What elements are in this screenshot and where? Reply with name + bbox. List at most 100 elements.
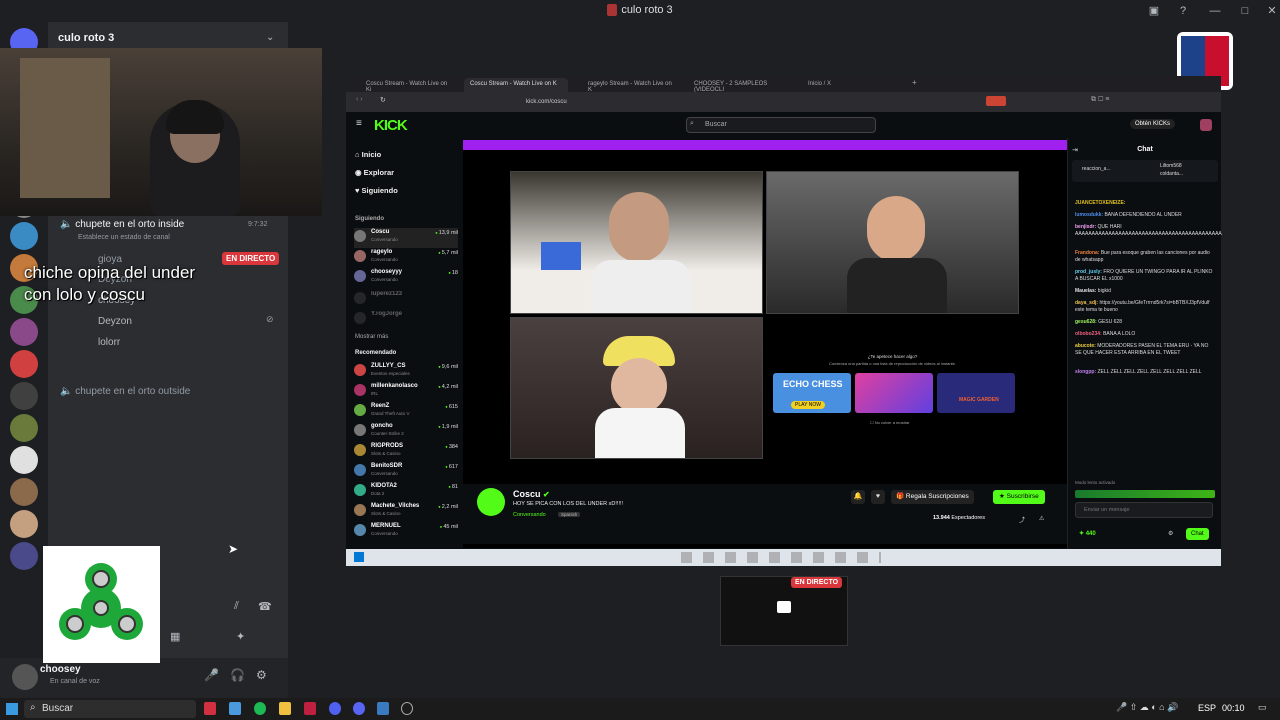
stream-category[interactable]: Conversando bbox=[513, 512, 546, 518]
server-icon[interactable] bbox=[10, 478, 38, 506]
gear-icon[interactable]: ⚙ bbox=[1168, 530, 1173, 537]
server-icon[interactable] bbox=[10, 318, 38, 346]
help-icon[interactable]: ? bbox=[1173, 3, 1193, 19]
recommended-channel[interactable]: millenkanolasco IRL 4,2 mil bbox=[354, 382, 458, 402]
server-icon[interactable] bbox=[10, 510, 38, 538]
play-now-button[interactable]: PLAY NOW bbox=[791, 401, 825, 409]
share-icon[interactable]: ⤴ bbox=[1019, 515, 1025, 524]
close-button[interactable]: ✕ bbox=[1262, 3, 1280, 19]
inbox-icon[interactable]: ▣ bbox=[1144, 3, 1164, 19]
language-tag[interactable]: Spanish bbox=[558, 512, 581, 517]
notification-bell-icon[interactable]: 🔔 bbox=[851, 490, 865, 504]
back-icon[interactable]: ‹ › bbox=[356, 96, 363, 103]
tetris-card[interactable] bbox=[855, 373, 933, 413]
recommended-channel[interactable]: KIDOTA2 Dota 2 81 bbox=[354, 482, 458, 502]
soundboard-icon[interactable]: ✦ bbox=[236, 630, 245, 643]
chat-message[interactable]: JUANCETOXENEIZE: bbox=[1075, 200, 1215, 207]
spotify-icon[interactable] bbox=[254, 702, 266, 715]
following-channel-offline[interactable]: Y.rogJorge bbox=[354, 310, 458, 330]
chat-username[interactable]: slongpp: bbox=[1075, 369, 1096, 375]
magic-garden-card[interactable]: MAGIC GARDEN bbox=[937, 373, 1015, 413]
browser-tab[interactable]: CHOOSEY - 2 SAMPLEOS (VIDEOCLI bbox=[688, 78, 792, 93]
chat-input[interactable]: Enviar un mensaje bbox=[1075, 502, 1213, 518]
streamer-avatar[interactable] bbox=[477, 488, 505, 516]
windows-start-icon[interactable] bbox=[6, 703, 18, 715]
chat-message[interactable]: Mauelas: bigkid bbox=[1075, 288, 1215, 295]
nav-home[interactable]: ⌂ Inicio bbox=[355, 150, 381, 159]
nav-explore[interactable]: ◉ Explorar bbox=[355, 168, 394, 177]
obs-icon[interactable] bbox=[329, 702, 341, 715]
app-icon[interactable] bbox=[401, 702, 413, 715]
server-icon[interactable] bbox=[10, 222, 38, 250]
disconnect-icon[interactable]: ☎ bbox=[258, 600, 272, 613]
recommended-channel[interactable]: goncho Counter-Strike 2 1,9 mil bbox=[354, 422, 458, 442]
browser-tab-active[interactable]: Coscu Stream - Watch Live on K bbox=[464, 78, 568, 92]
following-channel[interactable]: rageylo Conversando 5,7 mil bbox=[354, 248, 458, 268]
subscribe-button[interactable]: ★ Suscribirse bbox=[993, 490, 1045, 504]
server-name[interactable]: culo roto 3 bbox=[58, 32, 114, 44]
chat-username[interactable]: Frandona: bbox=[1075, 250, 1099, 256]
app-icon[interactable] bbox=[304, 702, 316, 715]
echo-chess-card[interactable]: ECHO CHESS PLAY NOW bbox=[773, 373, 851, 413]
recommended-channel[interactable]: Machete_Vilches Slots & Casino 2,2 mil bbox=[354, 502, 458, 522]
server-icon[interactable] bbox=[10, 446, 38, 474]
browser-tab[interactable]: Coscu Stream - Watch Live on Ki bbox=[360, 78, 460, 93]
following-channel[interactable]: chooseyyy Conversando 18 bbox=[354, 268, 458, 288]
headphones-icon[interactable]: 🎧 bbox=[230, 668, 245, 682]
screen-share-icon[interactable]: ⫽ bbox=[234, 600, 239, 613]
nav-following[interactable]: ♥ Siguiendo bbox=[355, 186, 398, 195]
chat-message[interactable]: gesu628: GESU 628 bbox=[1075, 319, 1215, 326]
chat-message[interactable]: abucote: MODERADORES PASEN EL TEMA ERU -… bbox=[1075, 343, 1215, 357]
get-kicks-button[interactable]: Obtén KICKs bbox=[1130, 119, 1176, 129]
dont-show-checkbox[interactable]: ☐ No volver a mostrar bbox=[870, 420, 910, 425]
pinned-reaction[interactable]: reaccion_a... Liltom568 coldanta... bbox=[1072, 160, 1218, 182]
kick-search-input[interactable]: Buscar bbox=[686, 117, 876, 133]
chat-username[interactable]: daya_sdj: bbox=[1075, 300, 1098, 306]
chat-username[interactable]: Mauelas: bbox=[1075, 288, 1096, 294]
taskbar-apps[interactable] bbox=[681, 552, 881, 563]
new-tab-icon[interactable]: + bbox=[912, 78, 917, 87]
maximize-button[interactable]: □ bbox=[1235, 3, 1255, 19]
send-chat-button[interactable]: Chat bbox=[1186, 528, 1209, 540]
voice-user[interactable]: Deyzon bbox=[98, 316, 132, 327]
chat-message[interactable]: prod_jusly: FRO QUIERE UN TWINGO PARA IR… bbox=[1075, 269, 1215, 283]
chat-username[interactable]: lumosdukk: bbox=[1075, 212, 1103, 218]
chat-username[interactable]: JUANCETOXENEIZE: bbox=[1075, 200, 1125, 206]
recommended-channel[interactable]: RIGPRODS Slots & Casino 384 bbox=[354, 442, 458, 462]
recommended-channel[interactable]: ZULLYY_CS Eventos especiales 9,6 mil bbox=[354, 362, 458, 382]
reload-icon[interactable]: ↻ bbox=[380, 96, 386, 104]
activities-icon[interactable]: ▦ bbox=[170, 630, 180, 643]
voice-channel-outside[interactable]: 🔈 chupete en el orto outside bbox=[60, 386, 190, 397]
discord-icon[interactable] bbox=[353, 702, 365, 715]
kicks-balance[interactable]: ✦ 440 bbox=[1079, 530, 1096, 537]
language-indicator[interactable]: ESP bbox=[1198, 703, 1216, 713]
following-channel[interactable]: Coscu Conversando 13,9 mil bbox=[354, 228, 458, 248]
voice-channel-inside[interactable]: 🔈 chupete en el orto inside bbox=[60, 219, 184, 230]
chat-username[interactable]: gesu628: bbox=[1075, 319, 1097, 325]
chat-username[interactable]: olbobo234: bbox=[1075, 331, 1102, 337]
microphone-icon[interactable]: 🎤 bbox=[204, 668, 219, 682]
voice-user[interactable]: lolorr bbox=[98, 337, 120, 348]
recommended-channel[interactable]: BenitoSDR Conversando 617 bbox=[354, 462, 458, 482]
chat-username[interactable]: benjisdr: bbox=[1075, 224, 1096, 230]
kick-logo[interactable]: KICK bbox=[374, 117, 408, 134]
steam-icon[interactable] bbox=[377, 702, 389, 715]
chat-message[interactable]: benjisdr: QUE HARI AAAAAAAAAAAAAAAAAAAAA… bbox=[1075, 224, 1222, 238]
gear-icon[interactable]: ⚙ bbox=[256, 668, 267, 682]
notifications-icon[interactable]: ▭ bbox=[1258, 702, 1267, 713]
chat-username[interactable]: prod_jusly: bbox=[1075, 269, 1102, 275]
streamer-name[interactable]: Coscu ✔ bbox=[513, 489, 550, 499]
avatar[interactable] bbox=[12, 664, 38, 690]
server-icon[interactable] bbox=[10, 382, 38, 410]
chat-message[interactable]: slongpp: ZELL ZELL ZELL ZELL ZELL ZELL Z… bbox=[1075, 369, 1215, 376]
heart-icon[interactable]: ♥ bbox=[871, 490, 885, 504]
brave-shield-icon[interactable] bbox=[986, 96, 1006, 106]
tray-icons[interactable]: 🎤 ⇧ ☁ ◐ ⌂ 🔊 bbox=[1116, 702, 1178, 713]
chat-message[interactable]: Frandona: Bue para esoque graben las can… bbox=[1075, 250, 1215, 264]
url-input[interactable]: kick.com/coscu bbox=[526, 96, 966, 108]
vscode-icon[interactable] bbox=[229, 702, 241, 715]
clock[interactable]: 00:10 bbox=[1222, 703, 1245, 713]
following-channel-offline[interactable]: luperez123 bbox=[354, 290, 458, 310]
windows-start-icon[interactable] bbox=[354, 552, 364, 562]
minimize-button[interactable]: — bbox=[1205, 3, 1225, 19]
